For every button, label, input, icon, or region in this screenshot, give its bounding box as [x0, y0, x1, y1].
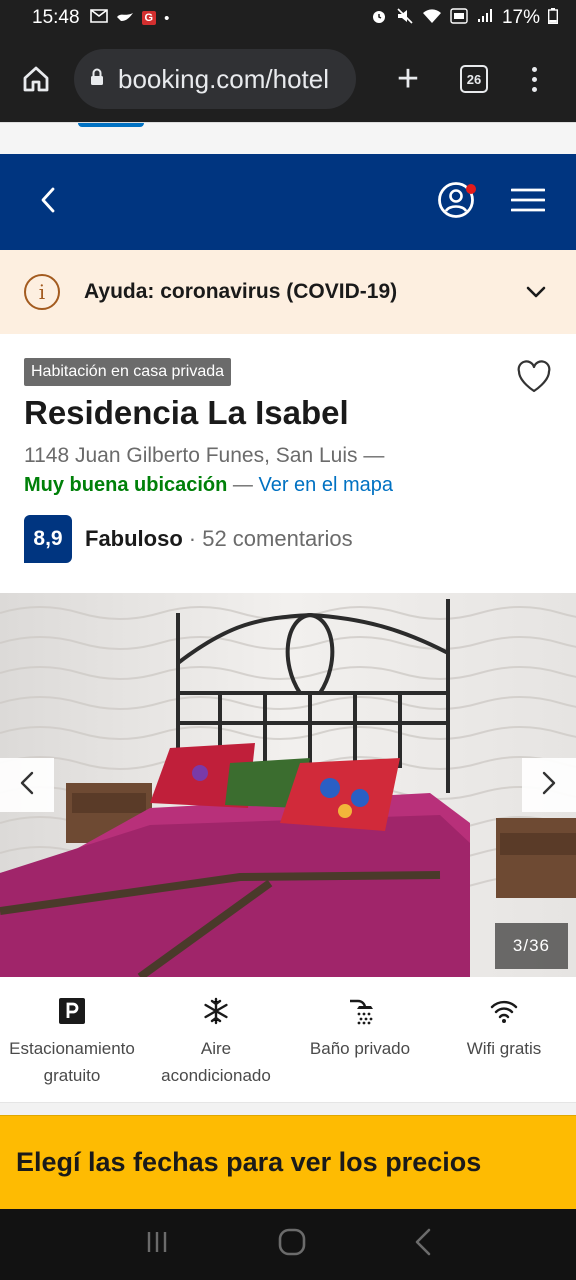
facility-label: Wifi gratis: [466, 1039, 542, 1058]
gallery-prev-button[interactable]: [0, 758, 54, 812]
new-tab-button[interactable]: +: [388, 60, 428, 98]
review-score-badge: 8,9: [24, 515, 72, 563]
facility-private-bathroom: Baño privado: [288, 995, 432, 1102]
status-bar: 15:48 G • 17%: [0, 0, 576, 36]
header-fragment: [78, 123, 144, 127]
address-bar[interactable]: booking.com/hotel: [74, 49, 356, 109]
url-text: booking.com/hotel: [118, 63, 330, 94]
review-score-row[interactable]: 8,9 Fabuloso · 52 comentarios: [24, 515, 552, 563]
notification-badge: G: [141, 11, 157, 25]
info-icon: i: [24, 274, 60, 310]
profile-button[interactable]: [432, 178, 480, 226]
facility-label: Estacionamiento gratuito: [9, 1039, 135, 1086]
chevron-down-icon[interactable]: [520, 276, 552, 308]
recent-apps-icon[interactable]: [144, 1230, 170, 1259]
alarm-icon: [370, 7, 388, 29]
map-link[interactable]: Ver en el mapa: [258, 474, 393, 496]
dot-icon: •: [164, 9, 170, 27]
battery-icon: [547, 8, 559, 28]
gmail-icon: [89, 9, 108, 27]
facility-parking: Estacionamiento gratuito: [0, 995, 144, 1102]
section-divider: [0, 1103, 576, 1115]
room-photo: [0, 593, 576, 977]
select-dates-button[interactable]: Elegí las fechas para ver los precios: [0, 1115, 576, 1209]
page-top-strip: [0, 122, 576, 154]
photo-counter: 3/36: [494, 923, 568, 969]
location-line: Muy buena ubicación — Ver en el mapa: [24, 474, 552, 497]
gallery-next-button[interactable]: [522, 758, 576, 812]
home-nav-icon[interactable]: [277, 1227, 307, 1262]
mute-icon: [396, 7, 414, 29]
menu-icon: [510, 188, 546, 217]
lock-icon: [90, 68, 104, 91]
facilities-row: Estacionamiento gratuito Aire acondicion…: [0, 977, 576, 1103]
chevron-left-icon: [40, 187, 56, 218]
photo-gallery[interactable]: 3/36: [0, 593, 576, 977]
system-nav-bar: [0, 1209, 576, 1280]
shower-icon: [346, 995, 374, 1027]
chevron-right-icon: [542, 771, 556, 800]
heart-icon[interactable]: [516, 360, 552, 396]
volte-icon: [450, 8, 468, 28]
location-separator: —: [227, 474, 259, 496]
property-address: 1148 Juan Gilberto Funes, San Luis —: [24, 444, 385, 467]
select-dates-label: Elegí las fechas para ver los precios: [16, 1147, 482, 1177]
status-time: 15:48: [32, 7, 80, 28]
chevron-left-icon: [20, 771, 34, 800]
location-rating: Muy buena ubicación: [24, 474, 228, 496]
property-type-badge: Habitación en casa privada: [24, 358, 232, 386]
facility-label: Baño privado: [309, 1039, 411, 1058]
review-count: · 52 comentarios: [188, 526, 353, 551]
home-icon[interactable]: [16, 59, 56, 99]
property-name: Residencia La Isabel: [24, 394, 349, 431]
covid-banner[interactable]: i Ayuda: coronavirus (COVID-19): [0, 250, 576, 334]
covid-banner-text: Ayuda: coronavirus (COVID-19): [84, 280, 398, 303]
hamburger-menu-button[interactable]: [504, 178, 552, 226]
parking-icon: [59, 995, 85, 1027]
wifi-status-icon: [422, 8, 442, 28]
facility-wifi: Wifi gratis: [432, 995, 576, 1102]
snowflake-icon: [202, 995, 230, 1027]
wifi-icon: [490, 995, 518, 1027]
battery-text: 17%: [501, 7, 540, 28]
property-summary: Habitación en casa privada Residencia La…: [0, 334, 576, 592]
bird-icon: [116, 10, 134, 27]
facility-air-conditioning: Aire acondicionado: [144, 995, 288, 1102]
tab-switcher-button[interactable]: 26: [460, 65, 488, 93]
browser-menu-icon[interactable]: [532, 66, 537, 92]
back-button[interactable]: [24, 178, 72, 226]
site-header: [0, 154, 576, 250]
facility-label: Aire acondicionado: [161, 1039, 271, 1086]
signal-icon: [476, 8, 494, 28]
back-nav-icon[interactable]: [414, 1228, 432, 1261]
review-score-word: Fabuloso: [85, 526, 183, 551]
notification-dot: [466, 184, 476, 194]
browser-toolbar: booking.com/hotel + 26: [0, 36, 576, 122]
